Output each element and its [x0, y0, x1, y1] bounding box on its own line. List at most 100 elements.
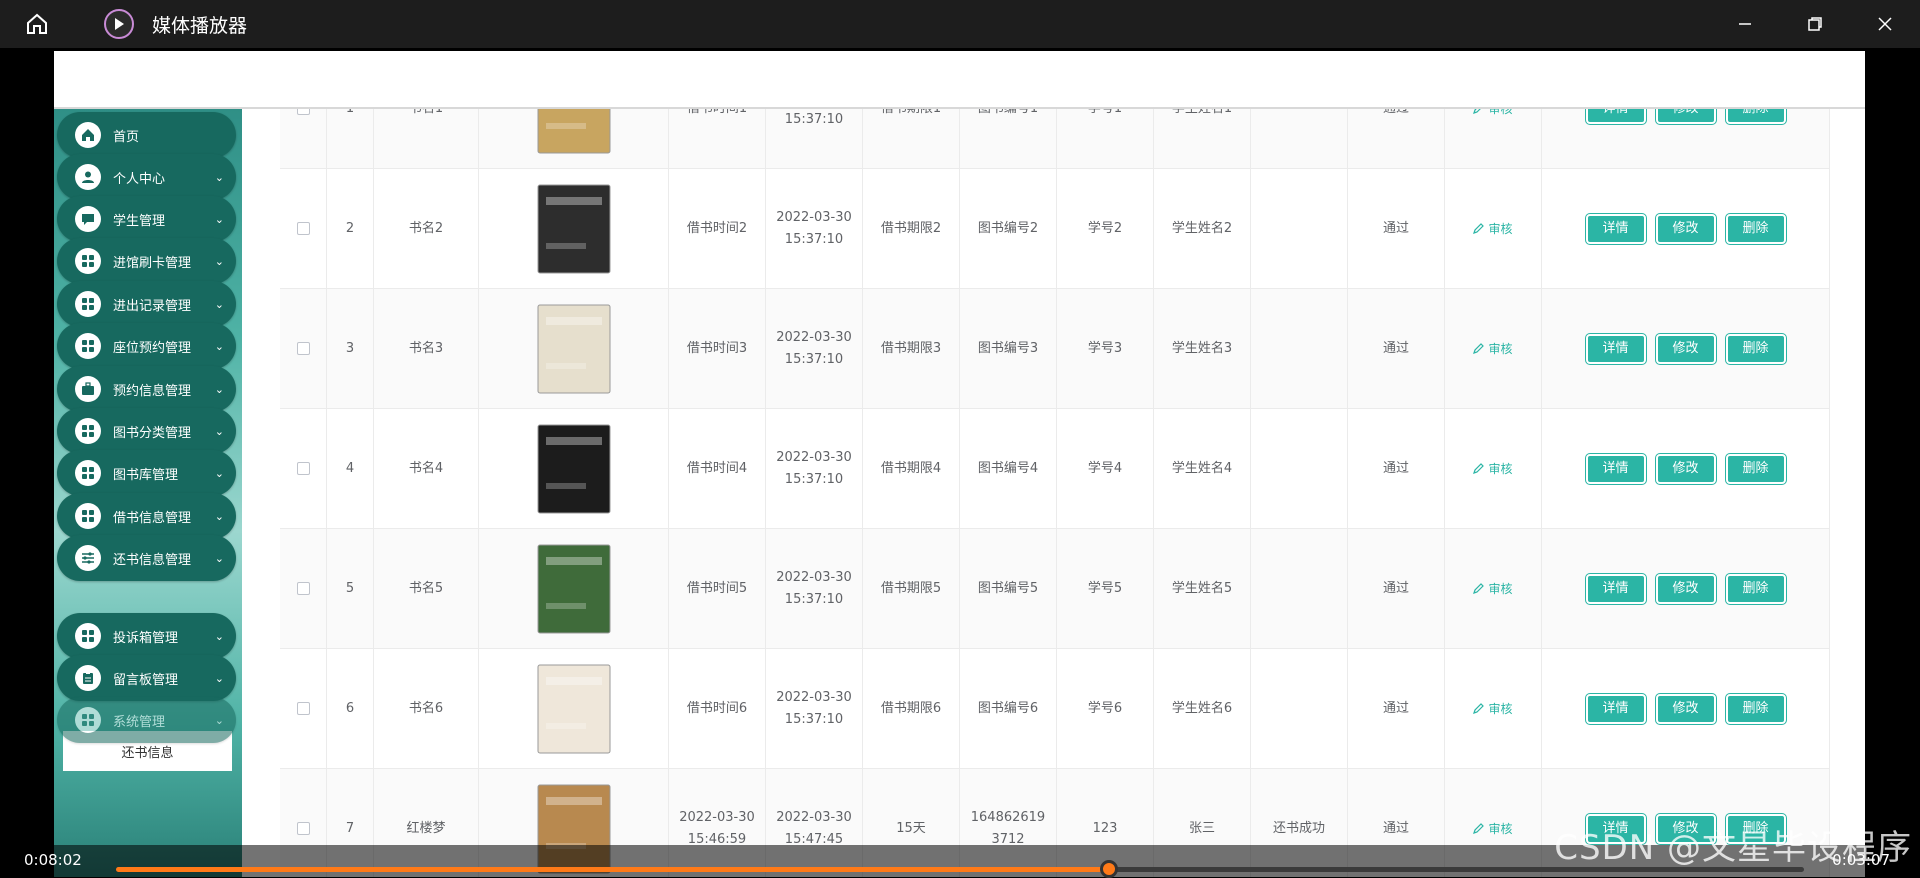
grid-icon	[75, 333, 101, 359]
sidebar-item-4[interactable]: 进出记录管理 ⌄	[57, 281, 236, 327]
table-cell: 详情修改删除	[1542, 288, 1830, 409]
sidebar-item-1[interactable]: 个人中心 ⌄	[57, 154, 236, 200]
student-name: 学生姓名4	[1171, 460, 1233, 476]
book-cover-image	[534, 302, 614, 396]
watermark: CSDN @文星毕设程序	[1554, 828, 1912, 868]
audit-link[interactable]: 审核	[1473, 338, 1513, 360]
restore-button[interactable]	[1780, 0, 1850, 48]
table-cell: 书名2	[374, 168, 479, 289]
table-cell	[280, 168, 327, 289]
grid-icon	[75, 623, 101, 649]
audit-link[interactable]: 审核	[1473, 458, 1513, 480]
sidebar-item-label: 留言板管理	[113, 672, 179, 688]
table-cell: 学生姓名3	[1154, 288, 1251, 409]
delete-button[interactable]: 删除	[1724, 572, 1787, 605]
audit-link[interactable]: 审核	[1473, 698, 1513, 720]
row-index: 3	[345, 340, 355, 356]
table-cell	[1251, 168, 1348, 289]
edit-button[interactable]: 修改	[1654, 452, 1717, 485]
clipboard-icon	[75, 665, 101, 691]
minimize-button[interactable]	[1710, 0, 1780, 48]
record-date-day: 2022-03-30	[776, 809, 852, 825]
sidebar-item-13[interactable]: 系统管理 ⌄	[57, 697, 236, 743]
sidebar-item-9[interactable]: 借书信息管理 ⌄	[57, 493, 236, 539]
sidebar-item-7[interactable]: 图书分类管理 ⌄	[57, 408, 236, 454]
row-checkbox[interactable]	[296, 582, 310, 595]
sidebar-item-8[interactable]: 图书库管理 ⌄	[57, 450, 236, 496]
detail-button[interactable]: 详情	[1584, 212, 1647, 245]
sidebar-item-6[interactable]: 预约信息管理 ⌄	[57, 366, 236, 412]
borrow-period: 借书期限6	[880, 700, 942, 716]
table-cell: 5	[327, 528, 374, 649]
sidebar-item-5[interactable]: 座位预约管理 ⌄	[57, 323, 236, 369]
row-checkbox[interactable]	[296, 222, 310, 235]
close-button[interactable]	[1850, 0, 1920, 48]
audit-link[interactable]: 审核	[1473, 218, 1513, 240]
table-cell: 通过	[1348, 168, 1445, 289]
row-index: 7	[345, 820, 355, 836]
delete-button[interactable]: 删除	[1724, 452, 1787, 485]
data-table: 1书名1借书时间12022-03-3015:37:10借书期限1图书编号1学号1…	[280, 51, 1830, 877]
table-cell: 6	[327, 648, 374, 769]
edit-button[interactable]: 修改	[1654, 572, 1717, 605]
home-icon[interactable]	[20, 7, 54, 41]
sliders-icon	[75, 545, 101, 571]
delete-button[interactable]: 删除	[1724, 332, 1787, 365]
borrow-time: 借书时间4	[686, 460, 748, 476]
seek-handle[interactable]	[1099, 860, 1118, 878]
sidebar-item-10[interactable]: 还书信息管理 ⌄	[57, 535, 236, 581]
borrow-time: 借书时间3	[686, 340, 748, 356]
table-cell: 详情修改删除	[1542, 528, 1830, 649]
book-name: 书名6	[408, 700, 444, 716]
detail-button[interactable]: 详情	[1584, 332, 1647, 365]
sidebar-item-label: 进馆刷卡管理	[113, 255, 192, 271]
row-checkbox[interactable]	[296, 462, 310, 475]
table-cell: 学号4	[1057, 408, 1154, 529]
row-checkbox[interactable]	[296, 342, 310, 355]
table-cell: 图书编号4	[960, 408, 1057, 529]
detail-button[interactable]: 详情	[1584, 452, 1647, 485]
row-actions: 详情修改删除	[1581, 692, 1791, 725]
table-cell: 学号6	[1057, 648, 1154, 769]
sidebar-item-11[interactable]: 投诉箱管理 ⌄	[57, 613, 236, 659]
window-controls	[1710, 0, 1920, 48]
edit-button[interactable]: 修改	[1654, 332, 1717, 365]
table-cell: 审核	[1445, 528, 1542, 649]
row-index: 2	[345, 220, 355, 236]
table-cell	[479, 408, 669, 529]
row-checkbox[interactable]	[296, 702, 310, 715]
table-cell: 借书时间2	[669, 168, 766, 289]
audit-label: 审核	[1488, 461, 1513, 476]
sidebar-item-2[interactable]: 学生管理 ⌄	[57, 196, 236, 242]
delete-button[interactable]: 删除	[1724, 212, 1787, 245]
table-cell: 2022-03-30 15:37:10	[766, 528, 863, 649]
detail-button[interactable]: 详情	[1584, 692, 1647, 725]
table-cell: 3	[327, 288, 374, 409]
return-status: 还书成功	[1272, 820, 1325, 836]
audit-result: 通过	[1382, 700, 1409, 716]
sidebar-item-label: 座位预约管理	[113, 340, 192, 356]
audit-link[interactable]: 审核	[1473, 578, 1513, 600]
title-bar: 媒体播放器	[0, 0, 1920, 48]
table-cell: 学生姓名4	[1154, 408, 1251, 529]
detail-button[interactable]: 详情	[1584, 572, 1647, 605]
delete-button[interactable]: 删除	[1724, 692, 1787, 725]
edit-button[interactable]: 修改	[1654, 692, 1717, 725]
grid-icon	[75, 503, 101, 529]
audit-label: 审核	[1488, 581, 1513, 596]
sidebar-item-label: 个人中心	[113, 171, 166, 187]
edit-icon	[1473, 343, 1485, 354]
student-name: 学生姓名3	[1171, 340, 1233, 356]
audit-link[interactable]: 审核	[1473, 818, 1513, 840]
table-cell: 借书时间3	[669, 288, 766, 409]
sidebar-item-3[interactable]: 进馆刷卡管理 ⌄	[57, 238, 236, 284]
seek-bar[interactable]	[116, 860, 1804, 878]
record-date: 2022-03-30 15:37:10	[776, 327, 852, 371]
table-cell: 详情修改删除	[1542, 168, 1830, 289]
sidebar-item-0[interactable]: 首页	[57, 112, 236, 158]
row-checkbox[interactable]	[296, 822, 310, 835]
table-cell	[479, 288, 669, 409]
sidebar-item-12[interactable]: 留言板管理 ⌄	[57, 655, 236, 701]
table-cell	[280, 648, 327, 769]
edit-button[interactable]: 修改	[1654, 212, 1717, 245]
